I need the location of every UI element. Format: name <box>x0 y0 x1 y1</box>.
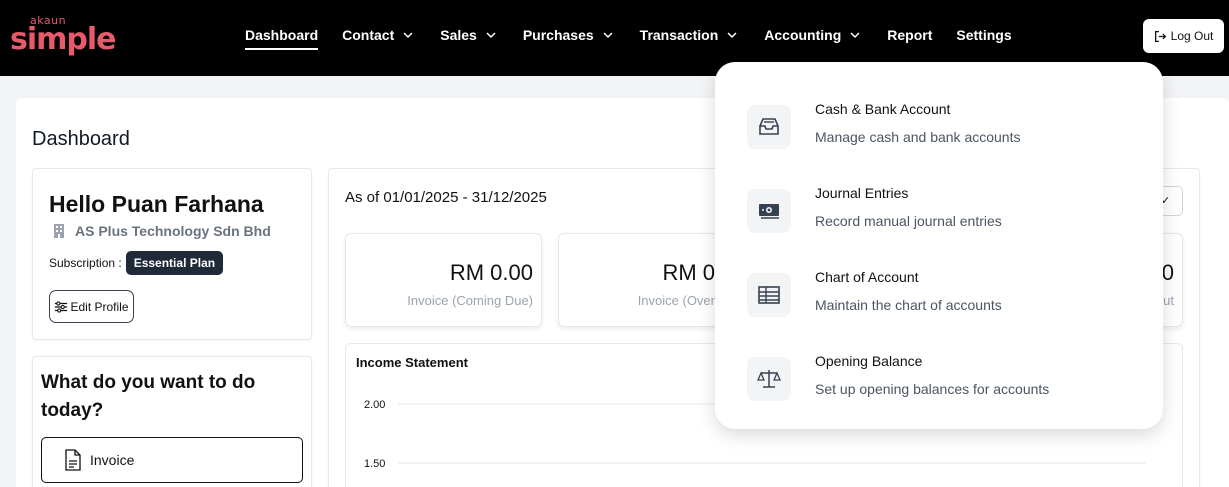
logout-icon <box>1154 30 1166 42</box>
stat-value: RM 0.00 <box>449 260 533 285</box>
y-tick-label: 2.00 <box>364 399 385 411</box>
nav-sales[interactable]: Sales <box>440 23 499 47</box>
income-statement-title: Income Statement <box>356 355 468 370</box>
page-title: Dashboard <box>32 128 130 150</box>
nav-label: Transaction <box>639 27 719 43</box>
stat-value: 0 <box>1161 260 1174 285</box>
quick-actions-card: What do you want to do today? Invoice <box>32 356 312 487</box>
menu-item-description: Set up opening balances for accounts <box>815 381 1050 397</box>
nav-label: Accounting <box>764 27 842 43</box>
table-icon <box>747 273 791 317</box>
logo-big-text: simple <box>10 22 117 57</box>
nav-label: Contact <box>342 27 395 43</box>
menu-item-title: Opening Balance <box>815 353 923 369</box>
menu-item-title: Chart of Account <box>815 269 919 285</box>
date-range-text: As of 01/01/2025 - 31/12/2025 <box>345 189 547 206</box>
menu-item-description: Manage cash and bank accounts <box>815 129 1021 145</box>
edit-profile-label: Edit Profile <box>70 299 129 314</box>
chevron-down-icon <box>486 32 496 39</box>
logout-label: Log Out <box>1170 29 1214 43</box>
nav-dashboard[interactable]: Dashboard <box>245 23 319 50</box>
company-name: AS Plus Technology Sdn Bhd <box>51 223 271 239</box>
y-tick-label: 1.50 <box>364 458 385 470</box>
chevron-down-icon <box>603 32 613 39</box>
stat-label: ut <box>1163 293 1174 308</box>
chevron-down-icon <box>403 32 413 39</box>
stat-label: Invoice (Coming Due) <box>407 293 533 308</box>
document-icon <box>65 449 81 471</box>
nav-label: Settings <box>956 27 1012 43</box>
logout-button[interactable]: Log Out <box>1143 19 1224 53</box>
stat-card-invoice-coming-due[interactable]: RM 0.00 Invoice (Coming Due) <box>345 233 542 327</box>
inbox-tray-icon <box>747 105 791 149</box>
nav-label: Sales <box>440 27 477 43</box>
menu-item-chart-of-account[interactable]: Chart of Account Maintain the chart of a… <box>747 259 1137 329</box>
company-label: AS Plus Technology Sdn Bhd <box>75 223 271 239</box>
menu-item-opening-balance[interactable]: Opening Balance Set up opening balances … <box>747 343 1137 413</box>
chevron-down-icon <box>727 32 737 39</box>
nav-contact[interactable]: Contact <box>342 23 416 47</box>
menu-item-description: Record manual journal entries <box>815 213 1002 229</box>
main-nav: Dashboard Contact Sales Purchases Transa… <box>245 0 1036 70</box>
nav-purchases[interactable]: Purchases <box>523 23 616 47</box>
stat-label: Invoice (Over <box>637 293 715 308</box>
nav-label: Purchases <box>522 27 594 43</box>
quick-actions-title: What do you want to do today? <box>41 372 256 421</box>
stat-value: RM 0 <box>662 260 715 285</box>
app-logo[interactable]: akaun simple <box>10 14 117 60</box>
nav-label: Dashboard <box>245 27 319 43</box>
menu-item-title: Journal Entries <box>815 185 909 201</box>
invoice-label: Invoice <box>90 452 135 468</box>
menu-item-title: Cash & Bank Account <box>815 101 951 117</box>
menu-item-cash-bank-account[interactable]: Cash & Bank Account Manage cash and bank… <box>747 91 1137 161</box>
plan-badge: Essential Plan <box>125 251 224 275</box>
invoice-button[interactable]: Invoice <box>41 437 303 483</box>
sliders-icon <box>55 300 68 313</box>
stat-card-invoice-overdue[interactable]: RM 0 Invoice (Over <box>558 233 718 327</box>
chevron-down-icon <box>850 32 860 39</box>
scale-icon <box>747 357 791 401</box>
profile-card: Hello Puan Farhana AS Plus Technology Sd… <box>32 168 312 340</box>
greeting: Hello Puan Farhana <box>49 191 264 217</box>
nav-transaction[interactable]: Transaction <box>640 23 741 47</box>
nav-report[interactable]: Report <box>887 23 932 47</box>
subscription-row: Subscription : Essential Plan <box>49 251 224 275</box>
building-icon <box>54 224 64 238</box>
menu-item-journal-entries[interactable]: Journal Entries Record manual journal en… <box>747 175 1137 245</box>
subscription-label: Subscription : <box>49 256 122 270</box>
accounting-dropdown-menu: Cash & Bank Account Manage cash and bank… <box>715 62 1163 429</box>
edit-profile-button[interactable]: Edit Profile <box>49 290 134 323</box>
menu-item-description: Maintain the chart of accounts <box>815 297 1002 313</box>
nav-settings[interactable]: Settings <box>956 23 1011 47</box>
money-note-icon <box>747 189 791 233</box>
nav-label: Report <box>887 27 933 43</box>
nav-accounting[interactable]: Accounting <box>764 23 863 47</box>
